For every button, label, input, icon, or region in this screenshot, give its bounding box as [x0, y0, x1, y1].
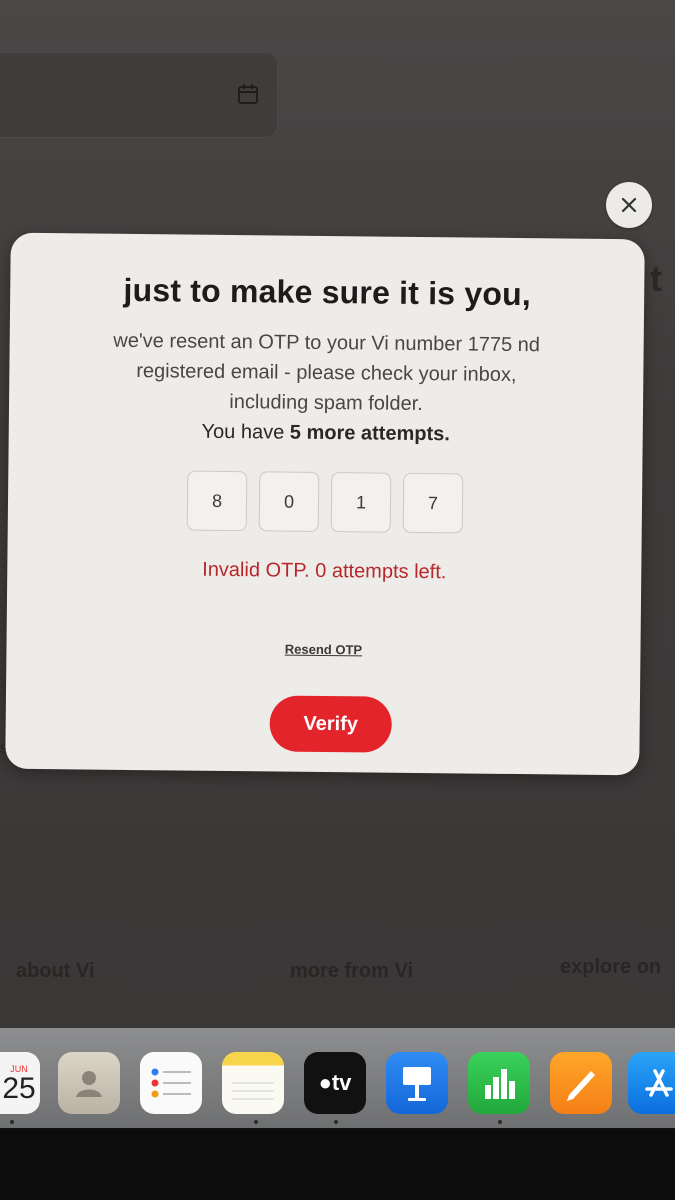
footer-about-vi[interactable]: about Vi [16, 960, 95, 983]
verify-button[interactable]: Verify [269, 695, 392, 753]
numbers-icon-glyph [485, 1069, 515, 1099]
monitor-bezel [0, 1130, 675, 1200]
app-store-icon-glyph [645, 1069, 673, 1097]
calendar-icon[interactable] [236, 82, 260, 106]
attempts-text: You have 5 more attempts. [49, 415, 603, 451]
contacts-icon-glyph [76, 1071, 102, 1097]
app-store-icon[interactable] [628, 1052, 675, 1114]
close-button[interactable] [606, 182, 652, 228]
calendar-day: 25 [2, 1072, 36, 1105]
resend-otp-link[interactable]: Resend OTP [6, 639, 640, 661]
dock-running-indicator [334, 1120, 338, 1124]
otp-error-message: Invalid OTP. 0 attempts left. [202, 558, 447, 584]
otp-input-group: 8 0 1 7 [8, 469, 643, 536]
description-line: we've resent an OTP to your Vi number 17… [113, 329, 541, 357]
attempts-prefix: You have [201, 420, 290, 444]
keynote-icon-glyph [403, 1067, 431, 1101]
modal-title: just to make sure it is you, [123, 271, 532, 313]
attempts-count: 5 more attempts. [289, 421, 450, 446]
apple-tv-label: ●tv [318, 1070, 352, 1095]
apple-tv-text: tv [331, 1070, 352, 1095]
numbers-icon[interactable] [468, 1052, 530, 1114]
otp-digit-3[interactable]: 1 [330, 472, 392, 533]
dock-running-indicator [254, 1120, 258, 1124]
contacts-icon[interactable] [58, 1052, 120, 1114]
background-text-fragment: t [650, 258, 662, 299]
reminders-icon[interactable] [140, 1052, 202, 1114]
notes-icon-glyph [232, 1082, 274, 1100]
otp-digit-4[interactable]: 7 [402, 472, 464, 534]
notes-icon[interactable] [222, 1052, 284, 1114]
browser-viewport: t s just to make sure it is you, we've r… [0, 0, 675, 1030]
dock-running-indicator [498, 1120, 502, 1124]
calendar-icon[interactable]: JUN 25 [0, 1052, 40, 1114]
footer-explore-on[interactable]: explore on [560, 956, 661, 979]
dock-running-indicator [10, 1120, 14, 1124]
otp-digit-1[interactable]: 8 [186, 470, 248, 532]
close-icon [621, 197, 637, 213]
keynote-icon[interactable] [386, 1052, 448, 1114]
pages-icon[interactable] [550, 1052, 612, 1114]
reminders-icon-glyph [151, 1068, 191, 1098]
footer-more-from-vi[interactable]: more from Vi [290, 960, 413, 983]
modal-description: we've resent an OTP to your Vi number 17… [49, 325, 604, 451]
otp-modal: just to make sure it is you, we've resen… [5, 232, 645, 776]
otp-digit-2[interactable]: 0 [258, 471, 320, 532]
background-section [0, 160, 675, 240]
pages-icon-glyph [567, 1071, 595, 1101]
apple-tv-icon[interactable]: ●tv [304, 1052, 366, 1114]
